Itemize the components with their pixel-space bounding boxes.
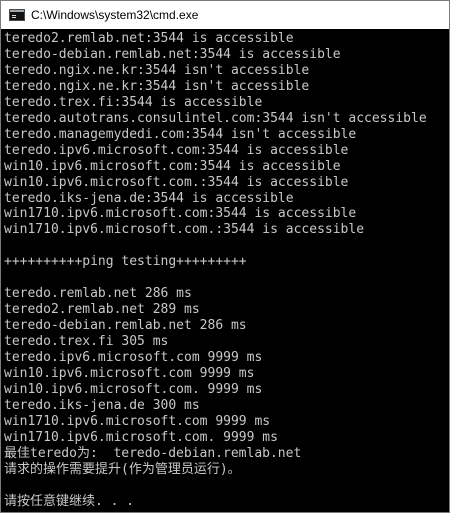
console-output[interactable]: teredo2.remlab.net:3544 is accessible ter… [1,29,449,512]
console-line: 请按任意键继续. . . [4,493,135,509]
console-line: win10.ipv6.microsoft.com.:3544 is access… [4,174,349,190]
console-line: teredo.ngix.ne.kr:3544 isn't accessible [4,62,310,78]
cmd-window: C:\Windows\system32\cmd.exe teredo2.reml… [0,0,450,513]
console-line: teredo.ipv6.microsoft.com:3544 is access… [4,142,349,158]
console-line: teredo.managemydedi.com:3544 isn't acces… [4,126,357,142]
console-line: win10.ipv6.microsoft.com. 9999 ms [4,381,263,397]
console-line: teredo-debian.remlab.net:3544 is accessi… [4,46,341,62]
console-line: teredo.iks-jena.de 300 ms [4,397,200,413]
console-line: win1710.ipv6.microsoft.com 9999 ms [4,413,271,429]
console-line: teredo-debian.remlab.net 286 ms [4,318,247,334]
console-line: ++++++++++ping testing+++++++++ [4,254,247,270]
console-icon [9,9,25,21]
console-line: teredo2.remlab.net:3544 is accessible [4,31,294,46]
title-bar[interactable]: C:\Windows\system32\cmd.exe [1,1,449,29]
console-line: teredo.ngix.ne.kr:3544 isn't accessible [4,78,310,94]
console-line: teredo.trex.fi 305 ms [4,334,169,350]
console-line: win1710.ipv6.microsoft.com:3544 is acces… [4,206,357,222]
console-line: teredo.remlab.net 286 ms [4,286,192,302]
console-line: teredo.iks-jena.de:3544 is accessible [4,190,294,206]
window-title: C:\Windows\system32\cmd.exe [31,8,199,22]
console-line: 请求的操作需要提升(作为管理员运行)。 [4,461,241,477]
console-line: win1710.ipv6.microsoft.com.:3544 is acce… [4,222,365,238]
console-line: teredo.trex.fi:3544 is accessible [4,94,263,110]
console-line: win1710.ipv6.microsoft.com. 9999 ms [4,429,278,445]
console-line: win10.ipv6.microsoft.com:3544 is accessi… [4,158,341,174]
console-line: teredo2.remlab.net 289 ms [4,302,200,318]
console-line: teredo.autotrans.consulintel.com:3544 is… [4,110,427,126]
console-line: teredo.ipv6.microsoft.com 9999 ms [4,350,263,365]
console-line: 最佳teredo为: teredo-debian.remlab.net [4,445,302,461]
console-line: win10.ipv6.microsoft.com 9999 ms [4,365,255,381]
